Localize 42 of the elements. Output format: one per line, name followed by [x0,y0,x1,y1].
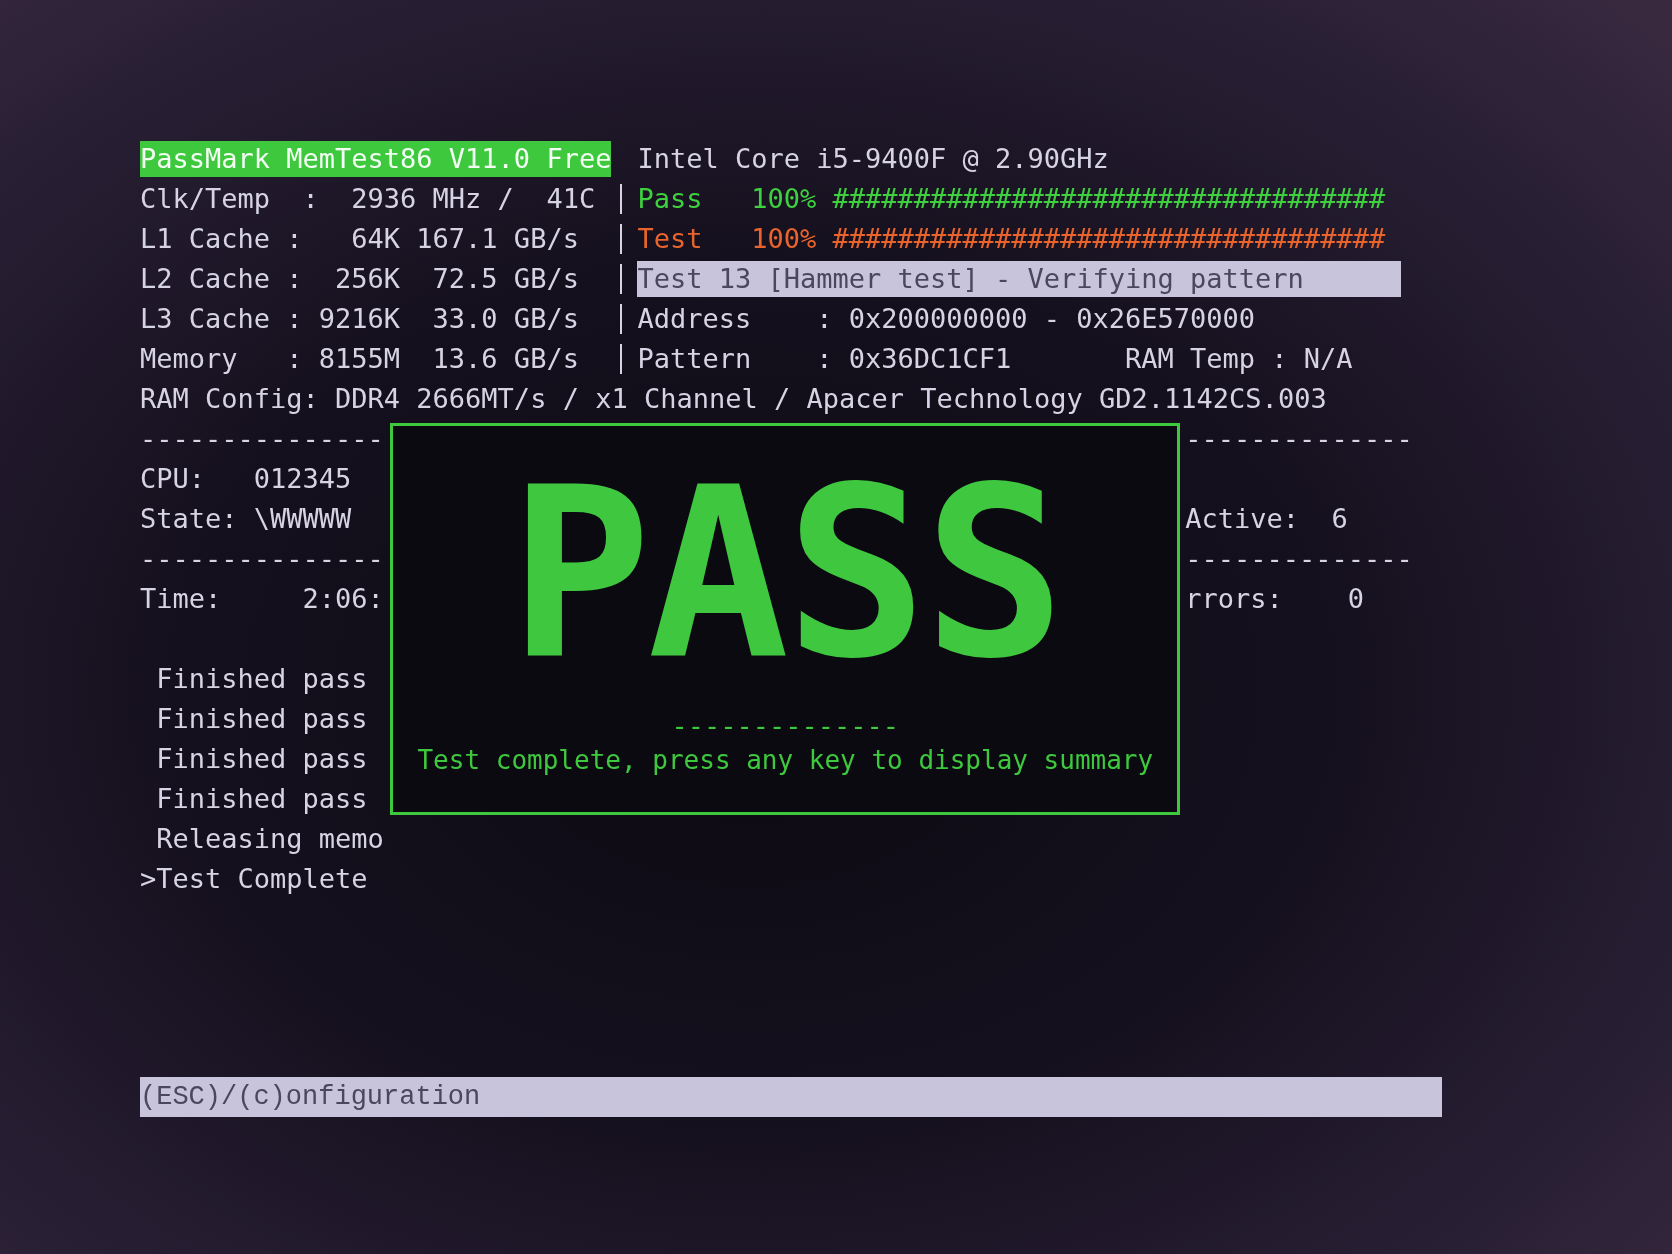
system-info-line: L2 Cache : 256K 72.5 GB/s [140,262,579,296]
column-divider [619,304,622,334]
rule: -------------- [1185,542,1413,576]
log-line: Finished pass [155,742,368,776]
column-divider [619,344,622,374]
rule: -------------- [1185,422,1413,456]
column-divider [619,224,622,254]
result-divider: -------------- [671,714,900,738]
log-line: Finished pass [155,702,368,736]
system-info-line: L3 Cache : 9216K 33.0 GB/s [140,302,579,336]
ram-config-line: RAM Config: DDR4 2666MT/s / x1 Channel / Apacer Technology GD2.1142CS.003 [140,382,1327,416]
pattern-line: Pattern : 0x36DC1CF1 [637,342,1012,376]
log-line: Finished pass [155,662,368,696]
state-status: State: \WWWWW [140,502,352,536]
rule: --------------- [140,422,384,456]
cpu-model: Intel Core i5-9400F @ 2.90GHz [637,142,1109,176]
column-divider [619,184,622,214]
progress-percent: 100% [751,182,817,216]
cpu-status: CPU: 012345 [140,462,352,496]
completion-message: Test complete, press any key to display summary [417,744,1154,777]
column-divider [619,264,622,294]
result-heading: PASS [509,474,1062,674]
progress-label: Test [637,222,703,256]
progress-hash-text: ################################## [832,222,1386,256]
active-count: Active: 6 [1185,502,1348,536]
config-hint-bar: (ESC)/(c)onfiguration [140,1077,1442,1117]
log-line: >Test Complete [140,862,368,896]
system-info-line: Clk/Temp : 2936 MHz / 41C [140,182,596,216]
elapsed-time: Time: 2:06: [140,582,384,616]
progress-hash-text: ################################## [832,182,1386,216]
system-info-line: L1 Cache : 64K 167.1 GB/s [140,222,579,256]
current-test-bar: Test 13 [Hammer test] - Verifying pattern [637,261,1402,297]
app-title: PassMark MemTest86 V11.0 Free [140,141,612,177]
address-line: Address : 0x200000000 - 0x26E570000 [637,302,1256,336]
rule: --------------- [140,542,384,576]
error-count: rrors: 0 [1185,582,1364,616]
ram-temp: RAM Temp : N/A [1125,342,1353,376]
log-line: Finished pass [155,782,368,816]
progress-percent: 100% [751,222,817,256]
progress-label: Pass [637,182,703,216]
log-line: Releasing memo [155,822,384,856]
system-info-line: Memory : 8155M 13.6 GB/s [140,342,579,376]
